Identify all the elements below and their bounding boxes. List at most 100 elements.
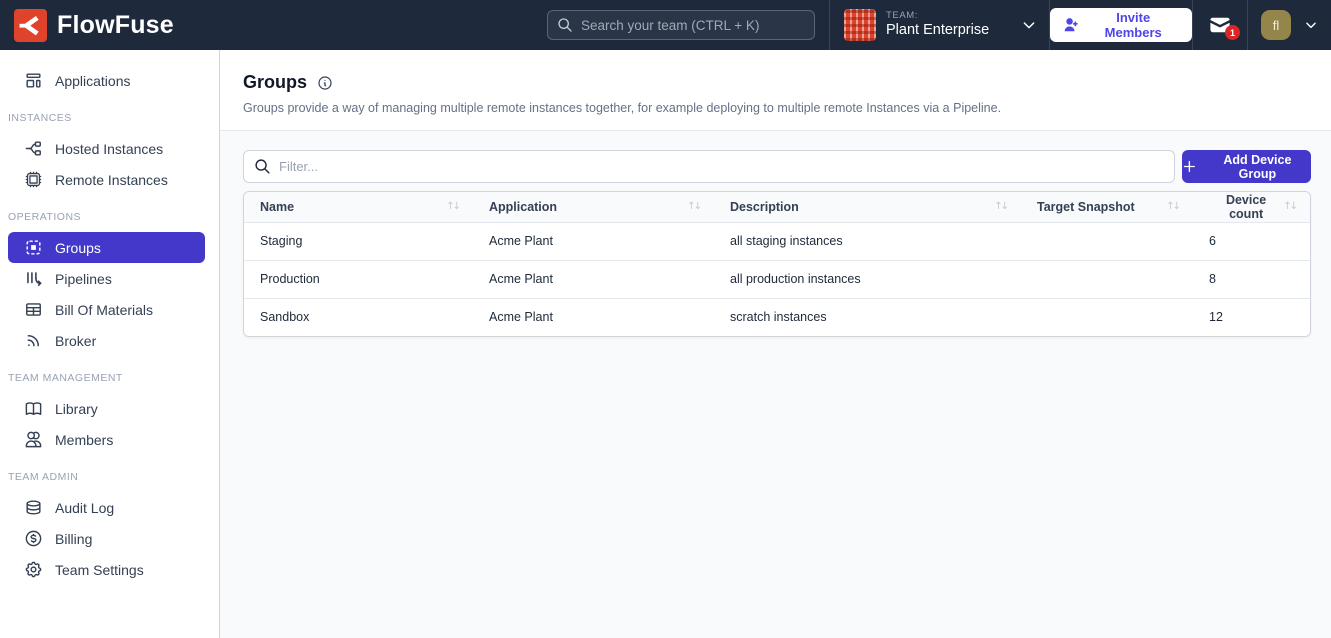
team-search-box[interactable] bbox=[547, 10, 815, 40]
main-content: Groups Groups provide a way of managing … bbox=[220, 50, 1331, 638]
sort-icon[interactable]: ↑↓ bbox=[1166, 201, 1179, 212]
sort-icon[interactable]: ↑↓ bbox=[446, 201, 459, 212]
cell-target-snapshot bbox=[1021, 260, 1193, 298]
team-selector-text: TEAM: Plant Enterprise bbox=[886, 11, 989, 39]
sidebar-item-remote-instances[interactable]: Remote Instances bbox=[0, 164, 219, 195]
add-device-group-label: Add Device Group bbox=[1204, 153, 1311, 181]
column-header-description[interactable]: Description ↑↓ bbox=[714, 192, 1021, 222]
sidebar-item-label: Audit Log bbox=[55, 500, 114, 516]
column-label: Application bbox=[489, 200, 557, 214]
cell-name: Staging bbox=[244, 222, 473, 260]
team-avatar bbox=[844, 9, 876, 41]
column-header-device-count[interactable]: Device count↑↓ bbox=[1193, 192, 1310, 222]
page-description: Groups provide a way of managing multipl… bbox=[243, 101, 1307, 115]
add-device-group-button[interactable]: Add Device Group bbox=[1182, 150, 1311, 183]
sort-icon[interactable]: ↑↓ bbox=[1283, 201, 1296, 212]
sidebar-section-team-admin: TEAM ADMIN bbox=[0, 455, 219, 492]
column-label: Description bbox=[730, 200, 799, 214]
groups-icon bbox=[24, 238, 43, 257]
billing-icon bbox=[24, 529, 43, 548]
cell-device-count: 8 bbox=[1193, 260, 1310, 298]
notification-badge: 1 bbox=[1225, 25, 1240, 40]
table-row[interactable]: Sandbox Acme Plant scratch instances 12 bbox=[244, 298, 1310, 336]
topbar: FlowFuse TEAM: Plant Enterprise Invite M… bbox=[0, 0, 1331, 50]
sidebar-item-label: Hosted Instances bbox=[55, 141, 163, 157]
sidebar-item-label: Broker bbox=[55, 333, 96, 349]
filter-input[interactable] bbox=[279, 159, 1164, 174]
cell-device-count: 12 bbox=[1193, 298, 1310, 336]
topbar-right-cluster: TEAM: Plant Enterprise Invite Members 1 … bbox=[829, 0, 1331, 50]
info-icon[interactable] bbox=[317, 75, 333, 91]
sidebar-item-label: Applications bbox=[55, 73, 131, 89]
sidebar-section-instances: INSTANCES bbox=[0, 96, 219, 133]
sidebar-item-label: Groups bbox=[55, 240, 101, 256]
cell-application: Acme Plant bbox=[473, 260, 714, 298]
notifications-button[interactable]: 1 bbox=[1192, 0, 1247, 50]
sidebar-item-audit-log[interactable]: Audit Log bbox=[0, 492, 219, 523]
flowfuse-logo-icon bbox=[14, 9, 47, 42]
sidebar-section-operations: OPERATIONS bbox=[0, 195, 219, 232]
column-label: Target Snapshot bbox=[1037, 200, 1135, 214]
flowfuse-logo[interactable]: FlowFuse bbox=[14, 0, 174, 50]
sidebar-item-label: Remote Instances bbox=[55, 172, 168, 188]
remote-instances-icon bbox=[24, 170, 43, 189]
page-title: Groups bbox=[243, 72, 307, 93]
column-label: Device count bbox=[1209, 193, 1283, 221]
sort-icon[interactable]: ↑↓ bbox=[994, 201, 1007, 212]
groups-toolbar: Add Device Group bbox=[243, 150, 1311, 183]
sidebar-item-applications[interactable]: Applications bbox=[0, 65, 219, 96]
column-label: Name bbox=[260, 200, 294, 214]
cell-application: Acme Plant bbox=[473, 298, 714, 336]
sidebar-item-members[interactable]: Members bbox=[0, 424, 219, 455]
team-selector[interactable]: TEAM: Plant Enterprise bbox=[829, 0, 1050, 50]
filter-box[interactable] bbox=[243, 150, 1175, 183]
sidebar-item-broker[interactable]: Broker bbox=[0, 325, 219, 356]
sidebar-item-label: Pipelines bbox=[55, 271, 112, 287]
search-icon bbox=[254, 158, 271, 175]
user-add-icon bbox=[1063, 17, 1079, 34]
sidebar-section-team-management: TEAM MANAGEMENT bbox=[0, 356, 219, 393]
cell-target-snapshot bbox=[1021, 222, 1193, 260]
avatar: fl bbox=[1261, 10, 1291, 40]
chevron-down-icon bbox=[1304, 18, 1318, 32]
pipelines-icon bbox=[24, 269, 43, 288]
cell-description: all staging instances bbox=[714, 222, 1021, 260]
search-input[interactable] bbox=[581, 18, 805, 33]
search-icon bbox=[557, 17, 573, 33]
members-icon bbox=[24, 430, 43, 449]
library-icon bbox=[24, 399, 43, 418]
sidebar-item-billing[interactable]: Billing bbox=[0, 523, 219, 554]
invite-members-label: Invite Members bbox=[1087, 10, 1179, 40]
plus-icon bbox=[1182, 159, 1197, 174]
sidebar-item-pipelines[interactable]: Pipelines bbox=[0, 263, 219, 294]
column-header-application[interactable]: Application ↑↓ bbox=[473, 192, 714, 222]
groups-table: Name ↑↓ Application ↑↓ Description ↑↓ Targe… bbox=[243, 191, 1311, 337]
sidebar-item-bill-of-materials[interactable]: Bill Of Materials bbox=[0, 294, 219, 325]
applications-icon bbox=[24, 71, 43, 90]
table-row[interactable]: Production Acme Plant all production ins… bbox=[244, 260, 1310, 298]
sidebar-item-team-settings[interactable]: Team Settings bbox=[0, 554, 219, 585]
sidebar-item-label: Bill Of Materials bbox=[55, 302, 153, 318]
sidebar-item-label: Team Settings bbox=[55, 562, 144, 578]
column-header-target-snapshot[interactable]: Target Snapshot ↑↓ bbox=[1021, 192, 1193, 222]
audit-log-icon bbox=[24, 498, 43, 517]
sidebar-item-groups[interactable]: Groups bbox=[8, 232, 205, 263]
cell-description: scratch instances bbox=[714, 298, 1021, 336]
cell-application: Acme Plant bbox=[473, 222, 714, 260]
chevron-down-icon bbox=[1021, 17, 1037, 33]
column-header-name[interactable]: Name ↑↓ bbox=[244, 192, 473, 222]
brand-name: FlowFuse bbox=[57, 11, 174, 40]
page-header: Groups Groups provide a way of managing … bbox=[220, 50, 1331, 131]
broker-icon bbox=[24, 331, 43, 350]
invite-members-wrap: Invite Members bbox=[1050, 0, 1192, 50]
sidebar-item-library[interactable]: Library bbox=[0, 393, 219, 424]
sort-icon[interactable]: ↑↓ bbox=[687, 201, 700, 212]
sidebar-item-hosted-instances[interactable]: Hosted Instances bbox=[0, 133, 219, 164]
user-menu[interactable]: fl bbox=[1247, 0, 1331, 50]
sidebar-item-label: Billing bbox=[55, 531, 92, 547]
hosted-instances-icon bbox=[24, 139, 43, 158]
cell-device-count: 6 bbox=[1193, 222, 1310, 260]
invite-members-button[interactable]: Invite Members bbox=[1050, 8, 1192, 42]
table-row[interactable]: Staging Acme Plant all staging instances… bbox=[244, 222, 1310, 260]
cell-name: Production bbox=[244, 260, 473, 298]
